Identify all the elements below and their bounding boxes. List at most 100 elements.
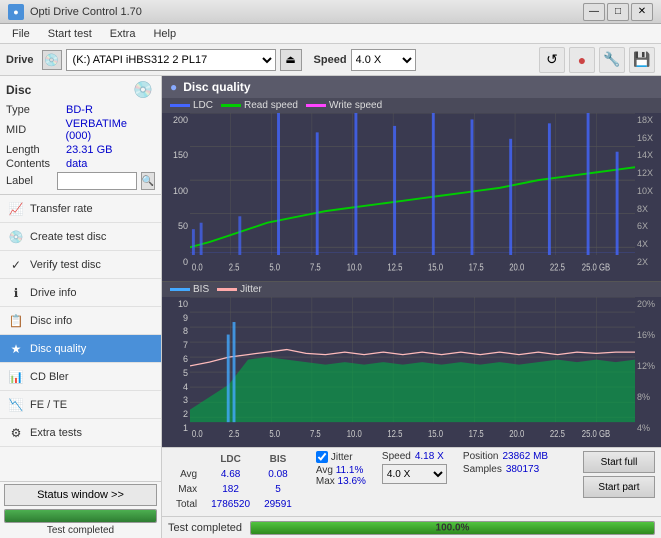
toolbar: Drive 💿 (K:) ATAPI iHBS312 2 PL17 ⏏ Spee… xyxy=(0,44,661,76)
max-bis: 5 xyxy=(258,483,298,496)
length-label: Length xyxy=(6,144,66,156)
drive-select[interactable]: (K:) ATAPI iHBS312 2 PL17 xyxy=(66,49,276,71)
disc-section-label: Disc xyxy=(6,83,31,97)
drive-icon: 💿 xyxy=(42,50,62,70)
sidebar-item-cd-bler[interactable]: 📊 CD Bler xyxy=(0,363,161,391)
speed-select-toolbar[interactable]: 4.0 X xyxy=(351,49,416,71)
window-controls: — □ ✕ xyxy=(583,3,653,21)
disc-button[interactable]: ● xyxy=(569,47,595,73)
disc-quality-icon: ★ xyxy=(8,341,24,357)
title-bar-left: ● Opti Drive Control 1.70 xyxy=(8,4,142,20)
extra-tests-icon: ⚙ xyxy=(8,425,24,441)
top-y-axis-left: 200 150 100 50 0 xyxy=(162,113,190,281)
fe-te-icon: 📉 xyxy=(8,397,24,413)
menu-extra[interactable]: Extra xyxy=(102,27,144,41)
menu-help[interactable]: Help xyxy=(145,27,184,41)
eject-button[interactable]: ⏏ xyxy=(280,49,302,71)
stats-table-wrap: LDC BIS Avg 4.68 0.08 Max 182 xyxy=(168,451,300,513)
speed-section: Speed 4.18 X 4.0 X xyxy=(382,451,447,484)
svg-text:20.0: 20.0 xyxy=(509,428,524,439)
mid-value: VERBATIMe (000) xyxy=(65,118,155,142)
speed-select-stats[interactable]: 4.0 X xyxy=(382,464,447,484)
speed-value: 4.18 X xyxy=(415,451,444,462)
svg-text:12.5: 12.5 xyxy=(387,428,402,439)
sidebar-item-drive-info[interactable]: ℹ Drive info xyxy=(0,279,161,307)
bottom-bar: Test completed 100.0% xyxy=(162,516,661,538)
sidebar-item-disc-info[interactable]: 📋 Disc info xyxy=(0,307,161,335)
svg-text:2.5: 2.5 xyxy=(229,428,240,439)
stats-bar: LDC BIS Avg 4.68 0.08 Max 182 xyxy=(162,447,661,516)
menu-file[interactable]: File xyxy=(4,27,38,41)
max-ldc: 182 xyxy=(205,483,256,496)
drive-label: Drive xyxy=(6,54,34,66)
sidebar-item-fe-te[interactable]: 📉 FE / TE xyxy=(0,391,161,419)
bottom-chart-svg: 0.0 2.5 5.0 7.5 10.0 12.5 15.0 17.5 20.0… xyxy=(190,297,635,447)
svg-text:7.5: 7.5 xyxy=(310,428,321,439)
type-value: BD-R xyxy=(66,104,93,116)
close-button[interactable]: ✕ xyxy=(631,3,653,21)
top-chart-svg-wrap: 0.0 2.5 5.0 7.5 10.0 12.5 15.0 17.5 20.0… xyxy=(190,113,635,281)
maximize-button[interactable]: □ xyxy=(607,3,629,21)
status-window-button[interactable]: Status window >> xyxy=(4,484,157,506)
start-full-button[interactable]: Start full xyxy=(583,451,655,473)
extra-tests-label: Extra tests xyxy=(30,427,82,439)
stats-ldc-header: LDC xyxy=(205,453,256,466)
refresh-button[interactable]: ↺ xyxy=(539,47,565,73)
total-bis: 29591 xyxy=(258,498,298,511)
total-label: Total xyxy=(170,498,203,511)
svg-text:17.5: 17.5 xyxy=(469,261,484,272)
start-part-button[interactable]: Start part xyxy=(583,476,655,498)
drive-info-icon: ℹ xyxy=(8,285,24,301)
bis-legend: BIS xyxy=(170,284,209,295)
svg-text:10.0: 10.0 xyxy=(347,428,362,439)
type-label: Type xyxy=(6,104,66,116)
disc-label-input[interactable] xyxy=(57,172,137,190)
total-ldc: 1786520 xyxy=(205,498,256,511)
jitter-avg-row: Avg 11.1% xyxy=(316,465,366,476)
svg-text:0.0: 0.0 xyxy=(192,261,203,272)
sidebar-item-disc-quality[interactable]: ★ Disc quality xyxy=(0,335,161,363)
transfer-rate-label: Transfer rate xyxy=(30,203,93,215)
stats-total-row: Total 1786520 29591 xyxy=(170,498,298,511)
jitter-checkbox-row: Jitter xyxy=(316,451,366,463)
drive-info-label: Drive info xyxy=(30,287,76,299)
disc-label-row: Label 🔍 xyxy=(6,172,155,190)
app-icon: ● xyxy=(8,4,24,20)
top-chart-svg: 0.0 2.5 5.0 7.5 10.0 12.5 15.0 17.5 20.0… xyxy=(190,113,635,281)
sidebar-progress-bar xyxy=(4,509,157,523)
disc-panel-header: Disc 💿 xyxy=(6,80,155,100)
speed-select-wrap: 4.0 X xyxy=(382,464,447,484)
svg-text:25.0 GB: 25.0 GB xyxy=(582,261,610,272)
disc-label-browse[interactable]: 🔍 xyxy=(141,172,155,190)
sidebar-item-transfer-rate[interactable]: 📈 Transfer rate xyxy=(0,195,161,223)
save-button[interactable]: 💾 xyxy=(629,47,655,73)
svg-text:15.0: 15.0 xyxy=(428,428,443,439)
sidebar-item-create-test-disc[interactable]: 💿 Create test disc xyxy=(0,223,161,251)
sidebar-item-extra-tests[interactable]: ⚙ Extra tests xyxy=(0,419,161,447)
bottom-y-axis-right: 20% 16% 12% 8% 4% xyxy=(635,297,661,447)
disc-contents-row: Contents data xyxy=(6,158,155,170)
disc-icon: 💿 xyxy=(131,80,155,100)
stats-table: LDC BIS Avg 4.68 0.08 Max 182 xyxy=(168,451,300,513)
disc-length-row: Length 23.31 GB xyxy=(6,144,155,156)
svg-text:20.0: 20.0 xyxy=(509,261,524,272)
settings-button[interactable]: 🔧 xyxy=(599,47,625,73)
sidebar-status-text: Test completed xyxy=(4,525,157,536)
disc-panel: Disc 💿 Type BD-R MID VERBATIMe (000) Len… xyxy=(0,76,161,195)
main-content: ● Disc quality LDC Read speed xyxy=(162,76,661,538)
menu-start-test[interactable]: Start test xyxy=(40,27,100,41)
jitter-checkbox[interactable] xyxy=(316,451,328,463)
bottom-chart-body: 10 9 8 7 6 5 4 3 2 1 xyxy=(162,297,661,447)
sidebar-progress-fill xyxy=(5,510,156,522)
svg-text:22.5: 22.5 xyxy=(550,261,565,272)
minimize-button[interactable]: — xyxy=(583,3,605,21)
bottom-y-axis-left: 10 9 8 7 6 5 4 3 2 1 xyxy=(162,297,190,447)
bottom-chart-svg-wrap: 0.0 2.5 5.0 7.5 10.0 12.5 15.0 17.5 20.0… xyxy=(190,297,635,447)
position-val: 23862 MB xyxy=(502,451,548,462)
top-chart-body: 200 150 100 50 0 xyxy=(162,113,661,281)
sidebar-item-verify-test-disc[interactable]: ✓ Verify test disc xyxy=(0,251,161,279)
svg-text:2.5: 2.5 xyxy=(229,261,240,272)
position-key: Position xyxy=(463,451,499,462)
write-speed-legend: Write speed xyxy=(306,100,382,111)
transfer-rate-icon: 📈 xyxy=(8,201,24,217)
